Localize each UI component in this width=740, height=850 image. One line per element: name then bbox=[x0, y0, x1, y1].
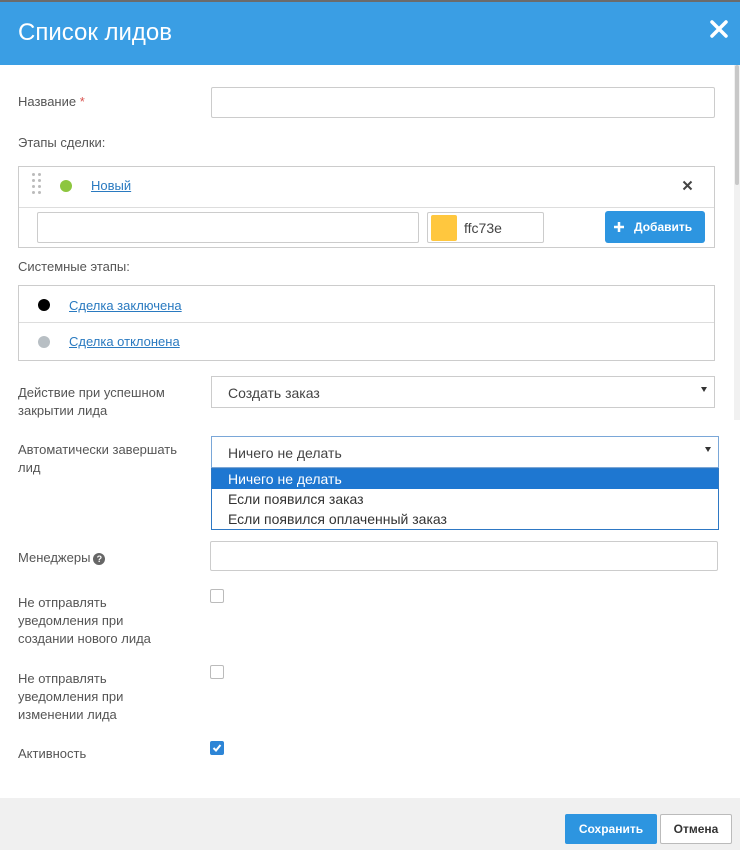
system-stages-label: Системные этапы: bbox=[18, 259, 130, 274]
check-icon bbox=[212, 744, 222, 752]
success-action-label: Действие при успешном закрытии лида bbox=[18, 384, 165, 420]
no-notify-create-checkbox[interactable] bbox=[210, 589, 224, 603]
stages-list: Новый ffc73e Добавить bbox=[18, 166, 715, 248]
auto-finish-dropdown: Ничего не делать Если появился заказ Есл… bbox=[211, 468, 719, 530]
active-label: Активность bbox=[18, 746, 87, 761]
label-line: изменении лида bbox=[18, 707, 117, 722]
stages-label-text: Этапы сделки bbox=[18, 135, 102, 150]
label-line: уведомления при bbox=[18, 613, 124, 628]
no-notify-create-label: Не отправлять уведомления при создании н… bbox=[18, 594, 151, 648]
modal-header: Список лидов bbox=[0, 2, 740, 65]
dropdown-option[interactable]: Ничего не делать bbox=[212, 469, 718, 489]
auto-finish-label-line: Автоматически завершать bbox=[18, 442, 178, 457]
label-line: создании нового лида bbox=[18, 631, 151, 646]
stage-color-dot bbox=[38, 336, 50, 348]
managers-label: Менеджеры? bbox=[18, 549, 106, 567]
color-swatch[interactable] bbox=[431, 215, 457, 241]
chevron-down-icon bbox=[705, 447, 711, 452]
name-label: Название * bbox=[18, 93, 85, 111]
scrollbar-thumb[interactable] bbox=[735, 65, 739, 185]
name-input[interactable] bbox=[211, 87, 715, 118]
system-stages-divider bbox=[19, 322, 714, 323]
add-stage-label: Добавить bbox=[634, 220, 693, 234]
success-action-label-line: закрытии лида bbox=[18, 403, 108, 418]
required-mark: * bbox=[79, 94, 85, 109]
managers-input[interactable] bbox=[210, 541, 718, 571]
chevron-down-icon bbox=[701, 387, 707, 392]
system-stage-link-lost[interactable]: Сделка отклонена bbox=[69, 334, 180, 349]
success-action-label-line: Действие при успешном bbox=[18, 385, 165, 400]
save-button[interactable]: Сохранить bbox=[565, 814, 657, 844]
stage-link-new[interactable]: Новый bbox=[91, 178, 131, 193]
drag-handle-icon[interactable] bbox=[32, 173, 42, 195]
dropdown-option[interactable]: Если появился заказ bbox=[212, 489, 718, 509]
color-hex-value: ffc73e bbox=[464, 220, 502, 236]
label-line: Не отправлять bbox=[18, 671, 107, 686]
auto-finish-select[interactable]: Ничего не делать bbox=[211, 436, 719, 468]
dropdown-option[interactable]: Если появился оплаченный заказ bbox=[212, 509, 718, 529]
modal-footer: Сохранить Отмена bbox=[0, 798, 740, 850]
auto-finish-value: Ничего не делать bbox=[228, 445, 342, 461]
stages-label: Этапы сделки: bbox=[18, 134, 105, 152]
success-action-value: Создать заказ bbox=[228, 385, 320, 401]
help-icon[interactable]: ? bbox=[93, 552, 106, 565]
no-notify-change-label: Не отправлять уведомления при изменении … bbox=[18, 670, 123, 724]
name-label-text: Название bbox=[18, 94, 77, 109]
stages-label-colon: : bbox=[101, 135, 106, 150]
stage-color-dot bbox=[38, 299, 50, 311]
system-stage-link-won[interactable]: Сделка заключена bbox=[69, 298, 182, 313]
new-stage-name-input[interactable] bbox=[37, 212, 419, 243]
label-line: уведомления при bbox=[18, 689, 124, 704]
add-stage-button[interactable]: Добавить bbox=[605, 211, 705, 243]
system-stages-list: Сделка заключена Сделка отклонена bbox=[18, 285, 715, 361]
close-icon[interactable] bbox=[708, 18, 730, 40]
new-stage-color-picker[interactable]: ffc73e bbox=[427, 212, 544, 243]
auto-finish-label-line: лид bbox=[18, 460, 41, 475]
success-action-select[interactable]: Создать заказ bbox=[211, 376, 715, 408]
label-line: Не отправлять bbox=[18, 595, 107, 610]
no-notify-change-checkbox[interactable] bbox=[210, 665, 224, 679]
remove-stage-icon[interactable] bbox=[682, 178, 693, 194]
managers-label-text: Менеджеры bbox=[18, 550, 91, 565]
stage-color-dot bbox=[60, 180, 72, 192]
plus-icon bbox=[614, 222, 624, 232]
scrollbar[interactable] bbox=[734, 65, 740, 420]
active-checkbox[interactable] bbox=[210, 741, 224, 755]
stages-divider bbox=[19, 207, 714, 208]
cancel-button[interactable]: Отмена bbox=[660, 814, 732, 844]
auto-finish-label: Автоматически завершать лид bbox=[18, 441, 177, 477]
modal-title: Список лидов bbox=[18, 19, 173, 46]
